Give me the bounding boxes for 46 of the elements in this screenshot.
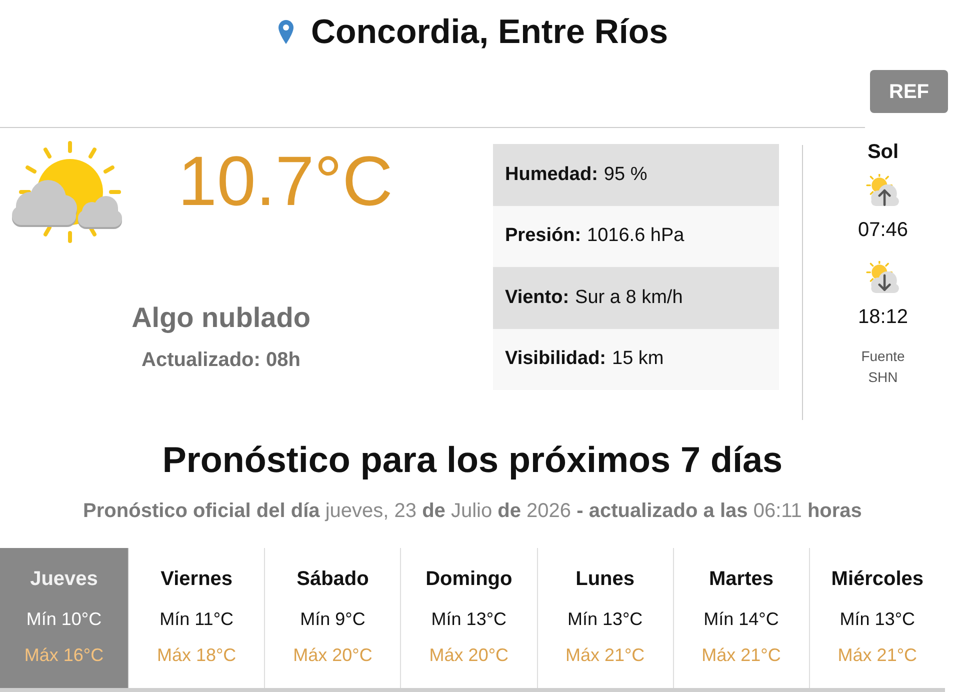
day-name: Jueves	[30, 567, 98, 591]
max-temperature: Máx 21°C	[838, 644, 918, 666]
max-temperature: Máx 18°C	[156, 644, 236, 666]
ref-button[interactable]: REF	[870, 70, 948, 113]
min-temperature: Mín 13°C	[567, 608, 643, 630]
forecast-subtitle: Pronóstico oficial del día jueves, 23 de Julio de 2026 - actualizado a las 06:11 horas	[83, 499, 862, 524]
day-tab[interactable]: Jueves Mín 10°C Máx 16°C	[0, 548, 128, 688]
forecast-title: Pronóstico para los próximos 7 días	[162, 438, 783, 482]
condition-text: Algo nublado	[132, 301, 310, 335]
city-title: Concordia, Entre Ríos	[310, 12, 668, 53]
day-name: Miércoles	[831, 567, 924, 591]
max-temperature: Máx 21°C	[565, 644, 645, 666]
source-label: Fuente	[861, 347, 905, 366]
max-temperature: Máx 21°C	[702, 644, 781, 666]
location-pin-icon	[276, 19, 295, 45]
day-name: Martes	[709, 567, 774, 591]
detail-label: Presión:	[505, 224, 582, 248]
sunrise-icon	[866, 174, 900, 207]
min-temperature: Mín 13°C	[840, 608, 916, 630]
day-name: Lunes	[576, 567, 635, 591]
max-temperature: Máx 20°C	[429, 644, 509, 666]
sunset-time: 18:12	[858, 305, 908, 329]
detail-label: Visibilidad:	[505, 347, 606, 371]
day-tab[interactable]: Sábado Mín 9°C Máx 20°C	[264, 548, 400, 688]
updated-text: Actualizado: 08h	[142, 348, 300, 373]
detail-value: Sur a 8 km/h	[575, 286, 683, 310]
detail-label: Viento:	[505, 286, 570, 310]
sunset-icon	[866, 261, 900, 294]
min-temperature: Mín 14°C	[704, 608, 779, 630]
detail-value: 1016.6 hPa	[587, 224, 684, 248]
source-name: SHN	[868, 368, 898, 387]
detail-value: 95 %	[604, 162, 648, 186]
max-temperature: Máx 20°C	[293, 644, 372, 666]
day-name: Sábado	[296, 567, 369, 591]
min-temperature: Mín 13°C	[431, 608, 507, 630]
day-name: Viernes	[160, 567, 233, 591]
day-name: Domingo	[426, 567, 512, 591]
min-temperature: Mín 11°C	[160, 608, 234, 630]
sunrise-time: 07:46	[858, 218, 908, 242]
min-temperature: Mín 9°C	[300, 608, 366, 630]
detail-value: 15 km	[612, 347, 664, 371]
temperature-reading: 10.7°C	[178, 146, 393, 216]
detail-label: Humedad:	[505, 162, 598, 186]
max-temperature: Máx 16°C	[24, 644, 104, 666]
min-temperature: Mín 10°C	[26, 608, 102, 630]
sun-title: Sol	[867, 140, 899, 164]
